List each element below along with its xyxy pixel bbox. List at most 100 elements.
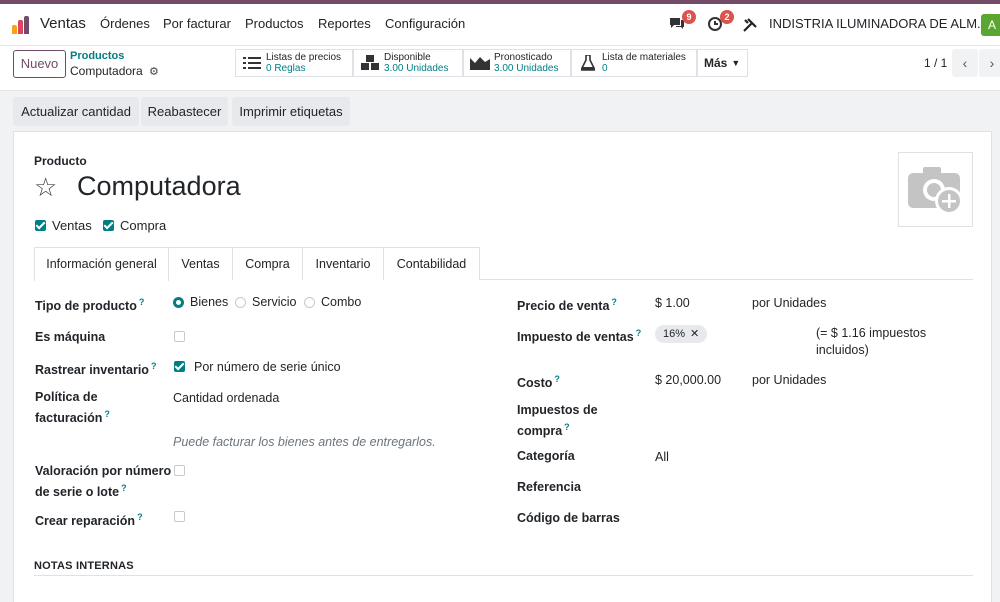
form-sheet: Producto ☆ Computadora Ventas Compra Inf…: [13, 131, 992, 602]
smart-value: 0 Reglas: [266, 62, 306, 74]
smart-value: 3.00 Unidades: [384, 62, 449, 74]
smart-button-available[interactable]: Disponible 3.00 Unidades: [353, 49, 463, 77]
pager-next-button[interactable]: ›: [979, 49, 1000, 77]
help-icon[interactable]: ?: [611, 297, 617, 307]
help-icon[interactable]: ?: [121, 483, 127, 493]
star-icon[interactable]: ☆: [34, 172, 57, 202]
help-icon[interactable]: ?: [104, 409, 110, 419]
compra-checkbox-label: Compra: [120, 218, 167, 233]
smart-title: Disponible: [384, 51, 431, 63]
smart-button-bom[interactable]: Lista de materiales 0: [571, 49, 697, 77]
user-avatar[interactable]: A: [981, 14, 1000, 36]
caret-down-icon: ▼: [731, 58, 741, 68]
purchase-taxes-label: Impuestos de compra?: [517, 403, 598, 439]
tab-contabilidad[interactable]: Contabilidad: [384, 247, 480, 280]
help-icon[interactable]: ?: [139, 297, 145, 307]
radio-bienes[interactable]: [173, 297, 184, 308]
pager-value[interactable]: 1 / 1: [924, 56, 947, 70]
tab-compra[interactable]: Compra: [233, 247, 303, 280]
messages-icon[interactable]: 9: [668, 10, 696, 36]
internal-notes-divider: [34, 575, 973, 576]
tab-ventas[interactable]: Ventas: [169, 247, 233, 280]
cost-value[interactable]: $ 20,000.00: [655, 372, 721, 389]
cost-unit: por Unidades: [752, 373, 827, 387]
notebook-tabs: Información general Ventas Compra Invent…: [34, 247, 973, 281]
invoice-policy-hint: Puede facturar los bienes antes de entre…: [173, 435, 436, 449]
camera-add-icon: [908, 167, 963, 215]
track-inventory-value[interactable]: Por número de serie único: [194, 359, 341, 376]
category-value[interactable]: All: [655, 449, 669, 466]
menu-por-facturar[interactable]: Por facturar: [163, 16, 231, 31]
invoice-policy-value[interactable]: Cantidad ordenada: [173, 390, 279, 407]
tab-informacion-general[interactable]: Información general: [34, 247, 169, 281]
barcode-label: Código de barras: [517, 511, 620, 525]
sale-price-label: Precio de venta?: [517, 297, 617, 314]
compra-checkbox[interactable]: [103, 220, 114, 231]
reference-label: Referencia: [517, 480, 581, 494]
help-icon[interactable]: ?: [151, 361, 157, 371]
smart-title: Pronosticado: [494, 51, 553, 63]
smart-button-pricelists[interactable]: Listas de precios 0 Reglas: [235, 49, 353, 77]
radio-combo-label: Combo: [321, 295, 362, 309]
control-panel: Nuevo Productos Computadora ⚙ Listas de …: [0, 46, 1000, 91]
activities-badge: 2: [720, 10, 734, 24]
create-repair-checkbox[interactable]: [174, 511, 185, 522]
help-icon[interactable]: ?: [636, 328, 642, 338]
smart-value: 0: [602, 62, 608, 74]
menu-configuracion[interactable]: Configuración: [385, 16, 465, 31]
help-icon[interactable]: ?: [554, 374, 560, 384]
category-label: Categoría: [517, 449, 575, 463]
invoice-policy-label: Política de facturación?: [35, 390, 110, 426]
sales-tax-label: Impuesto de ventas?: [517, 328, 642, 345]
activities-icon[interactable]: 2: [706, 10, 734, 36]
smart-title: Lista de materiales: [602, 51, 686, 63]
ventas-checkbox[interactable]: [35, 220, 46, 231]
track-inventory-label: Rastrear inventario?: [35, 361, 157, 378]
product-name[interactable]: Computadora: [77, 171, 241, 202]
tax-tag[interactable]: 16% ✕: [655, 325, 708, 343]
smart-title: Listas de precios: [266, 51, 342, 63]
help-icon[interactable]: ?: [137, 512, 143, 522]
breadcrumb-current: Computadora: [70, 64, 143, 78]
print-labels-button[interactable]: Imprimir etiquetas: [232, 97, 350, 126]
pager-previous-button[interactable]: ‹: [952, 49, 978, 77]
product-image-placeholder[interactable]: [898, 152, 973, 227]
new-button[interactable]: Nuevo: [13, 50, 66, 78]
more-label: Más: [704, 56, 728, 70]
gear-icon[interactable]: ⚙: [149, 65, 159, 78]
update-quantity-button[interactable]: Actualizar cantidad: [13, 97, 139, 126]
is-machine-label: Es máquina: [35, 330, 106, 344]
menu-reportes[interactable]: Reportes: [318, 16, 371, 31]
tools-icon[interactable]: [742, 17, 764, 39]
radio-combo[interactable]: [304, 297, 315, 308]
tax-tag-label: 16%: [663, 328, 686, 340]
sales-app-icon[interactable]: [12, 16, 30, 34]
menu-ordenes[interactable]: Órdenes: [100, 16, 150, 31]
track-inventory-checkbox[interactable]: [174, 361, 185, 372]
list-icon: [242, 53, 262, 73]
more-button[interactable]: Más ▼: [697, 49, 748, 77]
is-machine-checkbox[interactable]: [174, 331, 185, 342]
help-icon[interactable]: ?: [564, 422, 570, 432]
tax-included-note: (= $ 1.16 impuestos incluidos): [816, 326, 927, 357]
sale-price-value[interactable]: $ 1.00: [655, 295, 690, 312]
app-name[interactable]: Ventas: [40, 15, 86, 32]
tab-inventario[interactable]: Inventario: [303, 247, 384, 280]
internal-notes-title: NOTAS INTERNAS: [34, 560, 134, 572]
replenish-button[interactable]: Reabastecer: [141, 97, 228, 126]
company-switcher[interactable]: INDISTRIA ILUMINADORA DE ALM...: [769, 16, 988, 31]
tag-remove-icon[interactable]: ✕: [690, 328, 699, 340]
cubes-icon: [360, 53, 380, 73]
area-chart-icon: [470, 53, 490, 73]
menu-productos[interactable]: Productos: [245, 16, 304, 31]
breadcrumb-parent[interactable]: Productos: [70, 50, 124, 62]
lot-valuation-checkbox[interactable]: [174, 465, 185, 476]
radio-servicio-label: Servicio: [252, 295, 297, 309]
smart-button-forecasted[interactable]: Pronosticado 3.00 Unidades: [463, 49, 571, 77]
sale-price-unit: por Unidades: [752, 296, 827, 310]
radio-servicio[interactable]: [235, 297, 246, 308]
top-navbar: Ventas Órdenes Por facturar Productos Re…: [0, 0, 1000, 46]
product-label: Producto: [34, 154, 87, 168]
flask-icon: [578, 53, 598, 73]
messages-badge: 9: [682, 10, 696, 24]
